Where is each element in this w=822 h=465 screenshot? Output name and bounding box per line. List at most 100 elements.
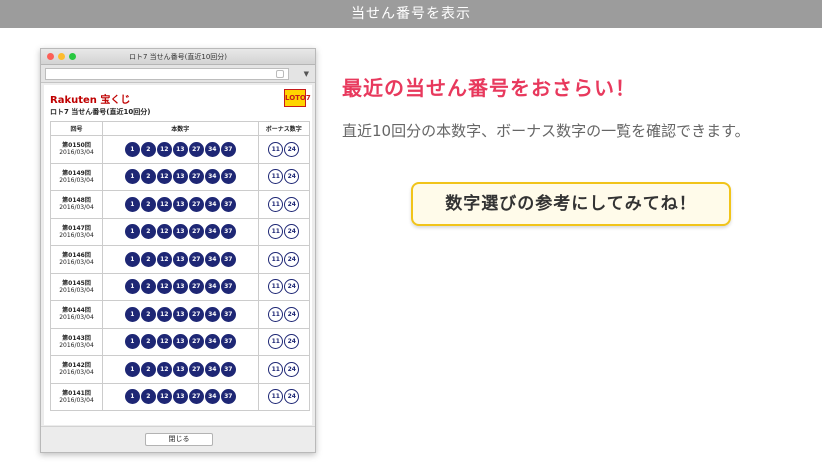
main-number-ball: 27: [188, 361, 204, 377]
main-number-ball: 2: [140, 361, 156, 377]
main-number-ball: 13: [172, 334, 188, 350]
main-number-ball: 34: [204, 141, 220, 157]
bonus-numbers-cell: 11 24: [257, 135, 311, 164]
main-number-ball: 13: [172, 224, 188, 240]
main-number-ball: 37: [220, 169, 236, 185]
promo-callout: 数字選びの参考にしてみてね！: [411, 182, 731, 226]
main-numbers: 1 2 12 13 27 34 37: [103, 279, 258, 295]
col-header-draw: 回号: [50, 121, 103, 136]
draw-number: 第0150回: [62, 142, 91, 150]
main-number-ball: 12: [156, 306, 172, 322]
bonus-numbers: 11 24: [259, 361, 309, 377]
main-number-ball: 37: [220, 196, 236, 212]
main-number-ball: 13: [172, 361, 188, 377]
bonus-number-ball: 24: [284, 389, 300, 405]
draw-cell: 第0148回 2016/03/04: [50, 190, 103, 219]
draw-date: 2016/03/04: [59, 314, 94, 322]
main-number-ball: 34: [204, 169, 220, 185]
main-number-ball: 27: [188, 334, 204, 350]
main-number-ball: 12: [156, 169, 172, 185]
close-button[interactable]: 閉じる: [145, 433, 213, 446]
draw-date: 2016/03/04: [59, 369, 94, 377]
main-numbers: 1 2 12 13 27 34 37: [103, 361, 258, 377]
promo-description: 直近10回分の本数字、ボーナス数字の一覧を確認できます。: [342, 122, 750, 140]
bonus-number-ball: 24: [284, 334, 300, 350]
table-row: 第0147回 2016/03/04 1 2 12 13 27 34 37 11 24: [50, 217, 311, 246]
main-numbers-cell: 1 2 12 13 27 34 37: [102, 190, 259, 219]
main-number-ball: 1: [124, 141, 140, 157]
table-row: 第0143回 2016/03/04 1 2 12 13 27 34 37 11 24: [50, 327, 311, 356]
bonus-numbers: 11 24: [259, 141, 309, 157]
main-number-ball: 27: [188, 251, 204, 267]
bonus-numbers-cell: 11 24: [257, 382, 311, 411]
bonus-numbers: 11 24: [259, 224, 309, 240]
draw-cell: 第0141回 2016/03/04: [50, 382, 103, 411]
bonus-numbers-cell: 11 24: [257, 162, 311, 191]
table-row: 第0149回 2016/03/04 1 2 12 13 27 34 37 11 24: [50, 162, 311, 191]
main-number-ball: 1: [124, 306, 140, 322]
draw-date: 2016/03/04: [59, 341, 94, 349]
main-number-ball: 12: [156, 389, 172, 405]
page-content: Rakuten 宝くじ LOTO7 ロト7 当せん番号(直近10回分) 回号 本…: [44, 85, 312, 425]
main-numbers: 1 2 12 13 27 34 37: [103, 141, 258, 157]
draw-number: 第0145回: [62, 279, 91, 287]
reader-icon[interactable]: [276, 70, 284, 78]
draw-number: 第0141回: [62, 389, 91, 397]
dropdown-arrow-icon[interactable]: ▼: [304, 70, 309, 78]
results-subtitle: ロト7 当せん番号(直近10回分): [50, 108, 151, 116]
bonus-numbers: 11 24: [259, 251, 309, 267]
draw-date: 2016/03/04: [59, 396, 94, 404]
main-numbers: 1 2 12 13 27 34 37: [103, 169, 258, 185]
bonus-number-ball: 24: [284, 141, 300, 157]
main-number-ball: 13: [172, 389, 188, 405]
main-numbers-cell: 1 2 12 13 27 34 37: [102, 135, 259, 164]
table-row: 第0144回 2016/03/04 1 2 12 13 27 34 37 11 24: [50, 300, 311, 329]
main-number-ball: 27: [188, 279, 204, 295]
minimize-window-icon[interactable]: [58, 53, 65, 60]
col-header-bonus: ボーナス数字: [257, 121, 311, 136]
main-number-ball: 12: [156, 279, 172, 295]
draw-cell: 第0145回 2016/03/04: [50, 272, 103, 301]
draw-date: 2016/03/04: [59, 231, 94, 239]
bonus-numbers: 11 24: [259, 306, 309, 322]
bonus-numbers: 11 24: [259, 196, 309, 212]
main-number-ball: 34: [204, 361, 220, 377]
bonus-numbers-cell: 11 24: [257, 355, 311, 384]
draw-date: 2016/03/04: [59, 286, 94, 294]
draw-cell: 第0149回 2016/03/04: [50, 162, 103, 191]
main-numbers: 1 2 12 13 27 34 37: [103, 224, 258, 240]
zoom-window-icon[interactable]: [69, 53, 76, 60]
main-number-ball: 34: [204, 306, 220, 322]
draw-number: 第0148回: [62, 197, 91, 205]
bonus-numbers: 11 24: [259, 334, 309, 350]
main-number-ball: 13: [172, 169, 188, 185]
table-row: 第0145回 2016/03/04 1 2 12 13 27 34 37 11 24: [50, 272, 311, 301]
main-numbers-cell: 1 2 12 13 27 34 37: [102, 327, 259, 356]
bonus-number-ball: 11: [268, 224, 284, 240]
main-number-ball: 1: [124, 169, 140, 185]
bonus-numbers: 11 24: [259, 169, 309, 185]
bonus-numbers: 11 24: [259, 279, 309, 295]
draw-number: 第0143回: [62, 334, 91, 342]
draw-number: 第0142回: [62, 362, 91, 370]
main-number-ball: 27: [188, 224, 204, 240]
main-number-ball: 12: [156, 141, 172, 157]
col-header-main: 本数字: [102, 121, 259, 136]
bonus-numbers-cell: 11 24: [257, 300, 311, 329]
table-header-row: 回号 本数字 ボーナス数字: [50, 121, 311, 136]
bonus-numbers: 11 24: [259, 389, 309, 405]
main-number-ball: 2: [140, 306, 156, 322]
main-number-ball: 37: [220, 251, 236, 267]
main-number-ball: 27: [188, 306, 204, 322]
close-window-icon[interactable]: [47, 53, 54, 60]
bonus-number-ball: 24: [284, 279, 300, 295]
address-bar: ▼: [41, 65, 315, 83]
draw-cell: 第0143回 2016/03/04: [50, 327, 103, 356]
url-input[interactable]: [45, 68, 289, 80]
main-number-ball: 27: [188, 169, 204, 185]
draw-cell: 第0147回 2016/03/04: [50, 217, 103, 246]
main-number-ball: 13: [172, 196, 188, 212]
draw-date: 2016/03/04: [59, 149, 94, 157]
main-number-ball: 34: [204, 334, 220, 350]
draw-number: 第0144回: [62, 307, 91, 315]
